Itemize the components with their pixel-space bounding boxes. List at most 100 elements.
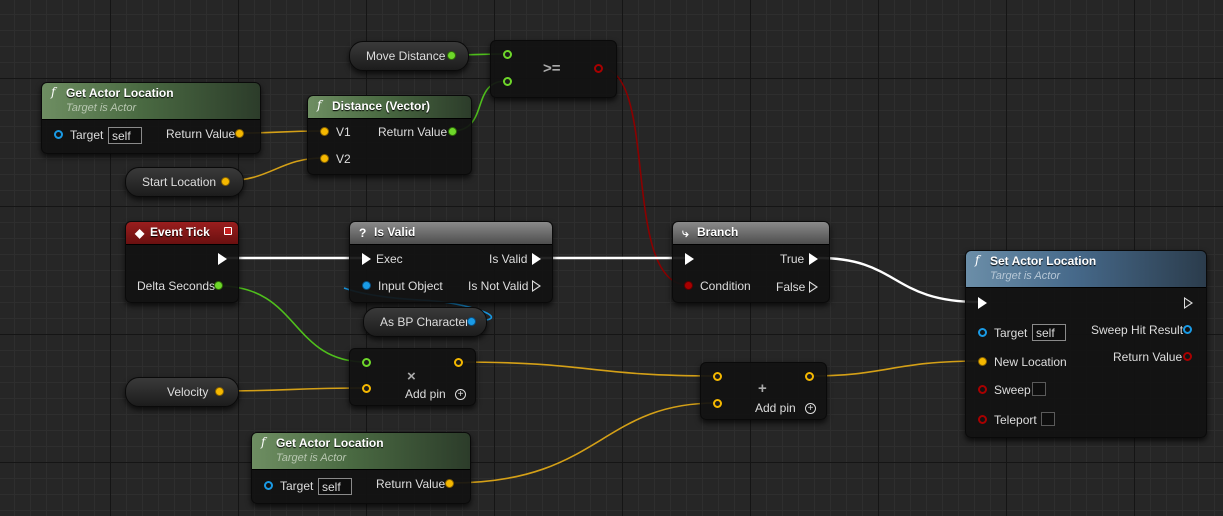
value-pin[interactable] — [221, 177, 230, 186]
multiply-symbol: × — [407, 368, 416, 385]
target-pin[interactable] — [978, 328, 987, 337]
add-node[interactable]: + Add pin + — [700, 362, 827, 420]
variable-label: Start Location — [142, 175, 217, 189]
node-header: f Set Actor Location Target is Actor — [966, 251, 1206, 288]
cast-output-pin[interactable] — [467, 317, 476, 326]
branch-node[interactable]: ⤷ Branch True Condition False — [672, 221, 830, 303]
return-value-pin[interactable] — [1183, 352, 1192, 361]
target-label: Target — [994, 326, 1028, 340]
a-pin[interactable] — [713, 372, 722, 381]
condition-pin[interactable] — [684, 281, 693, 290]
v2-pin[interactable] — [320, 154, 329, 163]
result-pin[interactable] — [594, 64, 603, 73]
value-pin[interactable] — [447, 51, 456, 60]
sweep-checkbox[interactable] — [1032, 382, 1046, 396]
new-location-pin[interactable] — [978, 357, 987, 366]
set-actor-location-node[interactable]: f Set Actor Location Target is Actor Tar… — [965, 250, 1207, 438]
question-icon: ? — [359, 226, 367, 240]
as-bp-character-cast[interactable]: As BP Character — [363, 307, 487, 337]
input-object-pin[interactable] — [362, 281, 371, 290]
get-actor-location-node[interactable]: f Get Actor Location Target is Actor Tar… — [41, 82, 261, 154]
event-diamond-icon: ◆ — [135, 226, 145, 240]
velocity-variable[interactable]: Velocity — [125, 377, 239, 407]
target-pin[interactable] — [54, 130, 63, 139]
function-icon: f — [261, 435, 266, 449]
self-input[interactable]: self — [108, 127, 142, 144]
function-icon: f — [51, 85, 56, 99]
node-subtitle: Target is Actor — [276, 452, 347, 464]
v1-label: V1 — [336, 125, 351, 139]
wire-add-to-newloc — [807, 360, 983, 377]
delegate-pin-icon[interactable] — [224, 227, 232, 235]
event-tick-node[interactable]: ◆ Event Tick Delta Seconds — [125, 221, 239, 303]
self-input[interactable]: self — [1032, 324, 1066, 341]
is-not-valid-exec-pin[interactable] — [532, 280, 541, 292]
wire-getloc2-to-add — [450, 402, 717, 484]
wire-delta-to-mul — [218, 285, 367, 363]
a-pin[interactable] — [362, 358, 371, 367]
exec-in-pin[interactable] — [685, 253, 694, 265]
is-valid-exec-pin[interactable] — [532, 253, 541, 265]
add-pin-label: Add pin — [755, 401, 796, 415]
result-pin[interactable] — [454, 358, 463, 367]
false-exec-pin[interactable] — [809, 281, 818, 293]
delta-seconds-pin[interactable] — [214, 281, 223, 290]
return-value-pin[interactable] — [235, 129, 244, 138]
multiply-node[interactable]: × Add pin + — [349, 348, 476, 406]
target-label: Target — [280, 479, 314, 493]
a-pin[interactable] — [503, 50, 512, 59]
cast-label: As BP Character — [380, 315, 470, 329]
operator-symbol: >= — [543, 60, 561, 77]
exec-in-pin[interactable] — [978, 297, 987, 309]
add-pin-icon[interactable]: + — [455, 389, 466, 400]
sweep-hit-result-pin[interactable] — [1183, 325, 1192, 334]
node-header: f Get Actor Location Target is Actor — [252, 433, 470, 470]
add-pin-icon[interactable]: + — [805, 403, 816, 414]
is-valid-node[interactable]: ? Is Valid Exec Is Valid Input Object Is… — [349, 221, 553, 303]
condition-label: Condition — [700, 279, 751, 293]
get-actor-location-node-2[interactable]: f Get Actor Location Target is Actor Tar… — [251, 432, 471, 504]
node-header: ⤷ Branch — [673, 222, 829, 245]
return-value-label: Return Value — [378, 125, 448, 139]
value-pin[interactable] — [215, 387, 224, 396]
teleport-pin[interactable] — [978, 415, 987, 424]
move-distance-variable[interactable]: Move Distance — [349, 41, 469, 71]
exec-out-pin[interactable] — [1184, 297, 1193, 309]
return-value-pin[interactable] — [448, 127, 457, 136]
true-exec-pin[interactable] — [809, 253, 818, 265]
result-pin[interactable] — [805, 372, 814, 381]
return-value-label: Return Value — [376, 477, 446, 491]
variable-label: Move Distance — [366, 49, 446, 63]
sweep-pin[interactable] — [978, 385, 987, 394]
return-value-pin[interactable] — [445, 479, 454, 488]
v2-label: V2 — [336, 152, 351, 166]
sweep-label: Sweep — [994, 383, 1031, 397]
function-icon: f — [317, 98, 322, 112]
wire-branch-to-setloc — [817, 256, 981, 304]
greater-equal-node[interactable]: >= — [490, 40, 617, 98]
self-input[interactable]: self — [318, 478, 352, 495]
distance-vector-node[interactable]: f Distance (Vector) V1 Return Value V2 — [307, 95, 472, 175]
v1-pin[interactable] — [320, 127, 329, 136]
b-pin[interactable] — [713, 399, 722, 408]
is-valid-label: Is Valid — [489, 252, 528, 266]
exec-in-pin[interactable] — [362, 253, 371, 265]
b-pin[interactable] — [362, 384, 371, 393]
target-pin[interactable] — [264, 481, 273, 490]
b-pin[interactable] — [503, 77, 512, 86]
teleport-label: Teleport — [994, 413, 1037, 427]
node-header: ◆ Event Tick — [126, 222, 238, 245]
true-label: True — [780, 252, 805, 266]
start-location-variable[interactable]: Start Location — [125, 167, 244, 197]
input-object-label: Input Object — [378, 279, 443, 293]
node-header: f Get Actor Location Target is Actor — [42, 83, 260, 120]
teleport-checkbox[interactable] — [1041, 412, 1055, 426]
node-title: Event Tick — [150, 225, 210, 239]
node-header: f Distance (Vector) — [308, 96, 471, 119]
exec-out-pin[interactable] — [218, 253, 227, 265]
node-title: Get Actor Location — [276, 436, 384, 450]
return-value-label: Return Value — [166, 127, 236, 141]
target-label: Target — [70, 128, 104, 142]
node-header: ? Is Valid — [350, 222, 552, 245]
function-icon: f — [975, 253, 980, 267]
